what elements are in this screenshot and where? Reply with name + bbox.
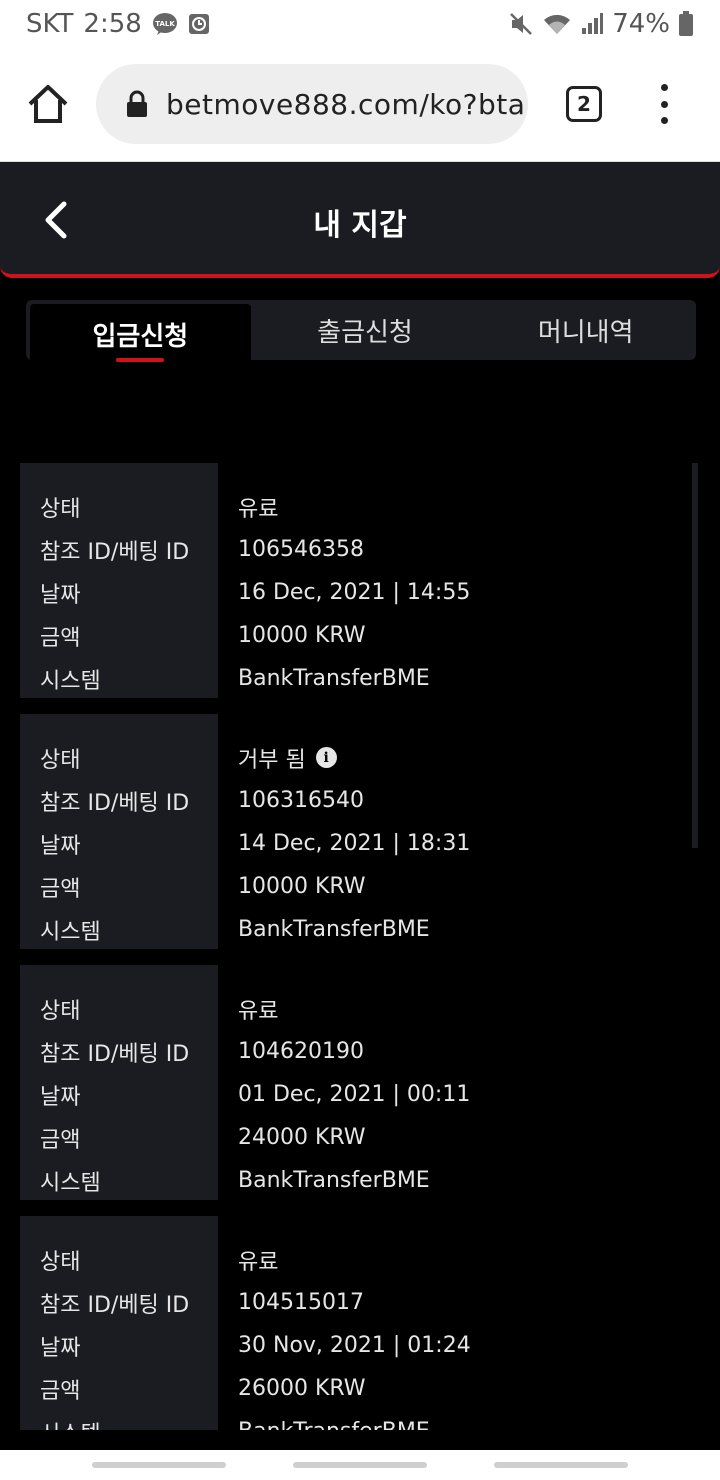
value-ref-id: 104620190 — [238, 1039, 364, 1064]
value-date: 16 Dec, 2021 | 14:55 — [238, 580, 471, 605]
label-status: 상태 — [40, 496, 81, 522]
tab-deposit-request[interactable]: 입금신청 — [30, 304, 251, 364]
label-date: 날짜 — [40, 582, 81, 608]
field-values: 유료 104620190 01 Dec, 2021 | 00:11 24000 … — [218, 965, 692, 1200]
value-amount: 10000 KRW — [238, 874, 366, 899]
label-ref-id: 참조 ID/베팅 ID — [40, 790, 190, 816]
value-status: 유료 — [238, 496, 279, 522]
wifi-icon — [542, 12, 572, 36]
field-labels: 상태 참조 ID/베팅 ID 날짜 금액 시스템 — [20, 463, 218, 698]
transaction-card: 상태 참조 ID/베팅 ID 날짜 금액 시스템 거부 됨 i 10631654… — [20, 714, 692, 949]
carrier-label: SKT — [26, 9, 74, 39]
value-date: 30 Nov, 2021 | 01:24 — [238, 1333, 471, 1358]
label-amount: 금액 — [40, 1378, 81, 1404]
label-system: 시스템 — [40, 919, 101, 945]
transaction-list: 상태 참조 ID/베팅 ID 날짜 금액 시스템 유료 106546358 16… — [20, 463, 692, 1430]
system-nav-bar — [0, 1450, 720, 1480]
url-text: betmove888.com/ko?bta — [166, 87, 526, 121]
value-amount: 10000 KRW — [238, 623, 366, 648]
nav-back-button[interactable] — [494, 1462, 628, 1468]
label-amount: 금액 — [40, 1127, 81, 1153]
value-status: 유료 — [238, 1249, 279, 1275]
label-date: 날짜 — [40, 833, 81, 859]
status-bar: SKT 2:58 TALK 74% — [0, 0, 720, 48]
label-status: 상태 — [40, 998, 81, 1024]
tab-switcher-button[interactable]: 2 — [566, 86, 602, 122]
value-ref-id: 104515017 — [238, 1290, 364, 1315]
battery-percent: 74% — [612, 9, 670, 39]
lock-icon — [126, 90, 148, 118]
overflow-menu-icon[interactable] — [654, 84, 674, 124]
alarm-clock-icon — [188, 13, 210, 35]
scrollbar[interactable] — [692, 463, 698, 848]
label-system: 시스템 — [40, 1170, 101, 1196]
value-system: BankTransferBME — [238, 917, 430, 942]
field-values: 유료 104515017 30 Nov, 2021 | 01:24 26000 … — [218, 1216, 692, 1431]
kakaotalk-icon: TALK — [152, 12, 178, 36]
value-date: 01 Dec, 2021 | 00:11 — [238, 1082, 471, 1107]
mute-icon — [508, 11, 534, 37]
field-labels: 상태 참조 ID/베팅 ID 날짜 금액 시스템 — [20, 1216, 218, 1430]
nav-recents-button[interactable] — [92, 1462, 226, 1468]
field-labels: 상태 참조 ID/베팅 ID 날짜 금액 시스템 — [20, 965, 218, 1200]
label-date: 날짜 — [40, 1084, 81, 1110]
label-ref-id: 참조 ID/베팅 ID — [40, 1041, 190, 1067]
value-status: 거부 됨 — [238, 747, 306, 773]
value-system: BankTransferBME — [238, 666, 430, 691]
label-status: 상태 — [40, 747, 81, 773]
value-ref-id: 106546358 — [238, 537, 364, 562]
label-ref-id: 참조 ID/베팅 ID — [40, 539, 190, 565]
transaction-card: 상태 참조 ID/베팅 ID 날짜 금액 시스템 유료 104515017 30… — [20, 1216, 692, 1430]
value-date: 14 Dec, 2021 | 18:31 — [238, 831, 471, 856]
tab-withdraw-request[interactable]: 출금신청 — [255, 300, 476, 360]
field-labels: 상태 참조 ID/베팅 ID 날짜 금액 시스템 — [20, 714, 218, 949]
field-values: 유료 106546358 16 Dec, 2021 | 14:55 10000 … — [218, 463, 692, 698]
label-status: 상태 — [40, 1249, 81, 1275]
svg-text:TALK: TALK — [155, 20, 175, 28]
transaction-card: 상태 참조 ID/베팅 ID 날짜 금액 시스템 유료 106546358 16… — [20, 463, 692, 698]
label-ref-id: 참조 ID/베팅 ID — [40, 1292, 190, 1318]
app-header: 내 지갑 — [0, 162, 720, 278]
value-status-row: 거부 됨 i — [238, 736, 692, 779]
address-bar[interactable]: betmove888.com/ko?bta — [96, 64, 528, 144]
browser-toolbar: betmove888.com/ko?bta 2 — [0, 48, 720, 162]
clock: 2:58 — [83, 9, 142, 39]
signal-icon — [580, 12, 604, 36]
field-values: 거부 됨 i 106316540 14 Dec, 2021 | 18:31 10… — [218, 714, 692, 949]
value-ref-id: 106316540 — [238, 788, 364, 813]
info-icon[interactable]: i — [315, 747, 337, 768]
value-status: 유료 — [238, 998, 279, 1024]
tab-money-history[interactable]: 머니내역 — [475, 300, 696, 360]
label-amount: 금액 — [40, 625, 81, 651]
wallet-tabs: 입금신청 출금신청 머니내역 — [26, 300, 696, 364]
value-amount: 26000 KRW — [238, 1376, 366, 1401]
value-system: BankTransferBME — [238, 1168, 430, 1193]
home-icon[interactable] — [26, 82, 70, 126]
page-title: 내 지갑 — [313, 208, 407, 243]
label-date: 날짜 — [40, 1335, 81, 1361]
label-system: 시스템 — [20, 1410, 218, 1431]
value-amount: 24000 KRW — [238, 1125, 366, 1150]
transaction-card: 상태 참조 ID/베팅 ID 날짜 금액 시스템 유료 104620190 01… — [20, 965, 692, 1200]
value-system: BankTransferBME — [238, 1410, 692, 1430]
battery-icon — [678, 11, 694, 37]
label-amount: 금액 — [40, 876, 81, 902]
nav-home-button[interactable] — [293, 1462, 427, 1468]
label-system: 시스템 — [40, 668, 101, 694]
